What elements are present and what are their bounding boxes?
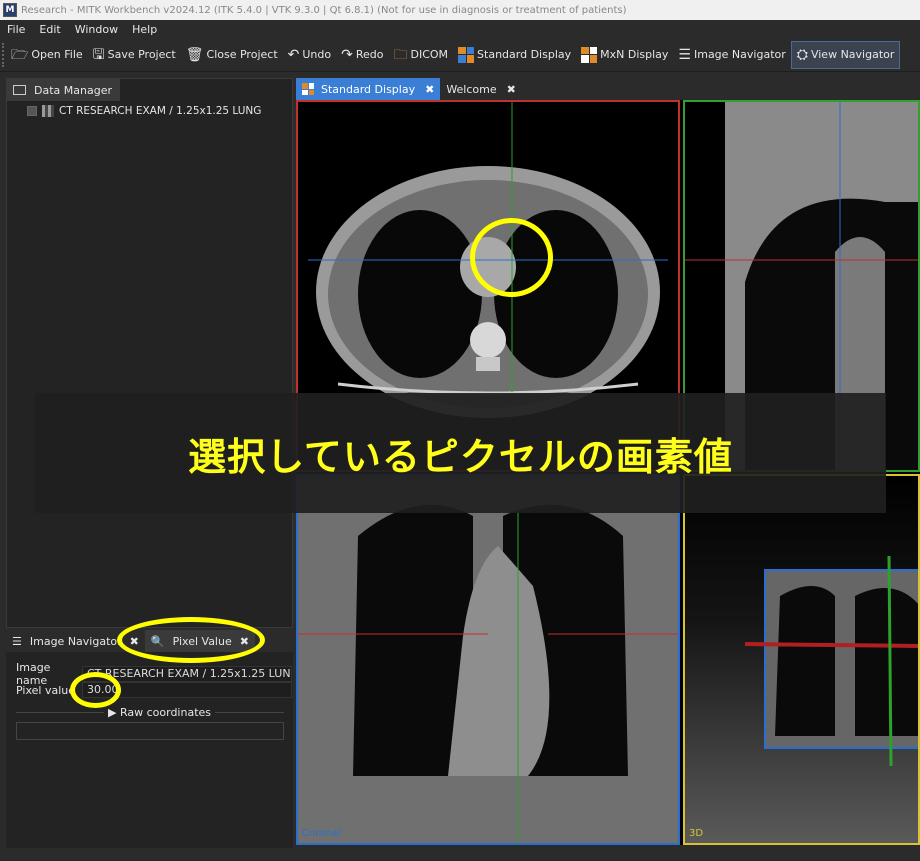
undo-button[interactable]: ↶ Undo xyxy=(283,41,336,69)
redo-icon: ↷ xyxy=(341,46,353,63)
raw-coordinates-toggle[interactable]: ▶ Raw coordinates xyxy=(104,706,216,719)
tab-pixel-value[interactable]: 🔍 Pixel Value ✖ xyxy=(144,630,255,652)
pixel-value-panel: ☰ Image Navigator ✖ 🔍 Pixel Value ✖ Imag… xyxy=(6,630,293,848)
3d-label: 3D xyxy=(689,828,704,839)
redo-button[interactable]: ↷ Redo xyxy=(336,41,388,69)
close-icon[interactable]: ✖ xyxy=(130,635,139,648)
menu-bar: File Edit Window Help xyxy=(0,20,920,38)
window-title: Research - MITK Workbench v2024.12 (ITK … xyxy=(21,4,627,16)
main-toolbar: 🗁 Open File 🖫 Save Project 🗑 Close Proje… xyxy=(0,38,920,72)
data-node-label: CT RESEARCH EXAM / 1.25x1.25 LUNG xyxy=(59,105,262,117)
visibility-checkbox[interactable] xyxy=(27,106,37,116)
coronal-ct-image xyxy=(298,476,678,843)
tab-pixel-value-label: Pixel Value xyxy=(172,634,232,648)
standard-display-icon xyxy=(302,83,314,95)
menu-window[interactable]: Window xyxy=(68,23,125,36)
save-project-label: Save Project xyxy=(107,48,176,61)
tab-welcome[interactable]: Welcome ✖ xyxy=(440,78,522,100)
menu-file[interactable]: File xyxy=(0,23,32,36)
close-icon[interactable]: ✖ xyxy=(240,635,249,648)
view-navigator-button[interactable]: ⛭ View Navigator xyxy=(790,40,901,69)
open-file-button[interactable]: 🗁 Open File xyxy=(6,41,88,69)
bottom-tab-bar: ☰ Image Navigator ✖ 🔍 Pixel Value ✖ xyxy=(6,630,293,652)
data-node-item[interactable]: CT RESEARCH EXAM / 1.25x1.25 LUNG xyxy=(27,105,261,117)
data-manager-title: Data Manager xyxy=(34,83,112,97)
coronal-label: Coronal xyxy=(302,828,341,839)
raw-coordinates-label: Raw coordinates xyxy=(119,706,212,719)
pixel-value-field[interactable]: 30.00 xyxy=(82,682,292,698)
view-navigator-icon: ⛭ xyxy=(796,46,808,63)
magnifier-icon: 🔍 xyxy=(150,634,165,648)
editor-tab-bar: Standard Display ✖ Welcome ✖ xyxy=(296,78,522,100)
close-icon[interactable]: ✖ xyxy=(425,83,434,96)
menu-edit[interactable]: Edit xyxy=(32,23,67,36)
status-bar xyxy=(0,848,920,861)
tab-image-navigator[interactable]: ☰ Image Navigator ✖ xyxy=(6,630,145,652)
window-icon xyxy=(13,85,26,95)
pixel-value-label: Pixel value xyxy=(16,683,75,697)
sliders-icon: ☰ xyxy=(678,46,691,63)
3d-rendering xyxy=(744,555,918,767)
image-thumbnail-icon xyxy=(42,105,54,117)
tab-standard-display[interactable]: Standard Display ✖ xyxy=(296,78,441,100)
close-project-label: Close Project xyxy=(206,48,278,61)
standard-display-button[interactable]: Standard Display xyxy=(453,41,576,69)
dicom-folder-icon: 🗀 xyxy=(393,46,408,63)
coronal-view[interactable]: Coronal xyxy=(296,474,680,845)
close-icon[interactable]: ✖ xyxy=(507,83,516,96)
standard-display-label: Standard Display xyxy=(477,48,572,61)
mxn-display-label: MxN Display xyxy=(600,48,669,61)
undo-icon: ↶ xyxy=(287,46,300,63)
save-icon: 🖫 xyxy=(92,46,105,63)
view-navigator-label: View Navigator xyxy=(810,48,895,61)
dicom-button[interactable]: 🗀 DICOM xyxy=(389,41,454,69)
tab-image-navigator-label: Image Navigator xyxy=(29,634,122,648)
dicom-label: DICOM xyxy=(410,48,449,61)
menu-help[interactable]: Help xyxy=(125,23,164,36)
image-navigator-button[interactable]: ☰ Image Navigator xyxy=(673,41,790,69)
save-project-button[interactable]: 🖫 Save Project xyxy=(88,41,181,69)
close-project-button[interactable]: 🗑 Close Project xyxy=(181,41,283,69)
raw-coordinates-box xyxy=(16,722,284,740)
app-logo-icon: M xyxy=(3,3,17,17)
3d-view[interactable]: 3D xyxy=(683,474,920,845)
annotation-banner: 選択しているピクセルの画素値 xyxy=(35,393,886,513)
undo-label: Undo xyxy=(302,48,332,61)
data-manager-panel: Data Manager CT RESEARCH EXAM / 1.25x1.2… xyxy=(6,78,293,628)
mxn-display-button[interactable]: MxN Display xyxy=(576,41,673,69)
image-navigator-label: Image Navigator xyxy=(693,48,786,61)
annotation-banner-text: 選択しているピクセルの画素値 xyxy=(188,434,733,479)
mxn-display-icon xyxy=(581,46,598,63)
standard-display-icon xyxy=(458,46,475,63)
tab-standard-display-label: Standard Display xyxy=(321,82,416,96)
trash-icon: 🗑 xyxy=(185,46,204,63)
folder-open-icon: 🗁 xyxy=(11,46,29,63)
image-name-field[interactable]: CT RESEARCH EXAM / 1.25x1.25 LUNG xyxy=(82,666,292,682)
sliders-icon: ☰ xyxy=(12,634,22,648)
pixel-value-row: Pixel value 30.00 xyxy=(16,682,292,698)
redo-label: Redo xyxy=(355,48,384,61)
title-bar: M Research - MITK Workbench v2024.12 (IT… xyxy=(0,0,920,20)
tab-welcome-label: Welcome xyxy=(446,82,497,96)
open-file-label: Open File xyxy=(31,48,83,61)
data-manager-tab[interactable]: Data Manager xyxy=(7,79,120,101)
